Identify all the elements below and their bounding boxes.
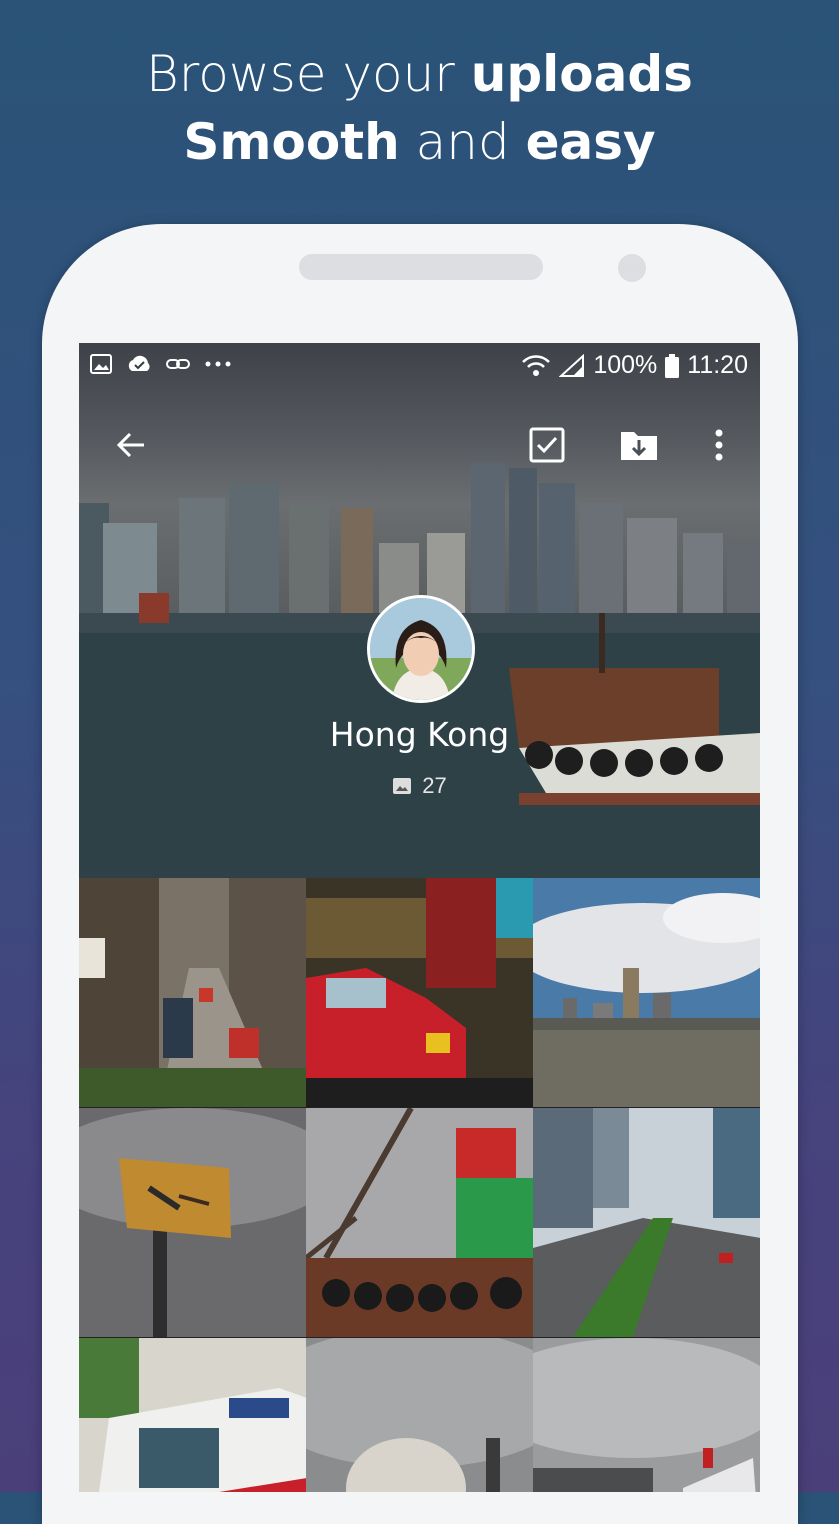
ice-cream-truck-photo bbox=[79, 1338, 307, 1492]
wifi-icon bbox=[522, 354, 551, 376]
album-photo-count: 27 bbox=[79, 773, 760, 799]
photo-tile-cruise-ship[interactable] bbox=[533, 1338, 760, 1492]
highway-photo bbox=[533, 1108, 760, 1337]
photo-tile-harbour-skyline[interactable] bbox=[533, 878, 760, 1107]
overflow-menu-icon bbox=[715, 429, 723, 461]
album-title: Hong Kong bbox=[329, 715, 510, 754]
back-button[interactable] bbox=[107, 421, 155, 469]
avatar-portrait bbox=[370, 598, 472, 700]
signal-icon bbox=[559, 353, 585, 377]
headline-bold-uploads: uploads bbox=[470, 45, 693, 103]
album-toolbar bbox=[79, 413, 760, 473]
dome-photo bbox=[306, 1338, 534, 1492]
battery-percentage: 100% bbox=[593, 351, 658, 379]
select-checkbox-icon bbox=[529, 427, 565, 463]
crane-boat-photo bbox=[306, 1108, 534, 1337]
photo-tile-ice-cream-truck[interactable] bbox=[79, 1338, 307, 1492]
photo-tile-street[interactable] bbox=[79, 878, 307, 1107]
more-dots-icon bbox=[205, 361, 231, 367]
photo-tile-dome[interactable] bbox=[306, 1338, 534, 1492]
battery-icon bbox=[665, 353, 680, 378]
phone-sensor bbox=[618, 254, 646, 282]
album-avatar[interactable] bbox=[367, 595, 475, 703]
notification-icons bbox=[89, 353, 233, 375]
download-folder-icon bbox=[621, 432, 657, 460]
phone-speaker bbox=[299, 254, 543, 280]
harbour-skyline-photo bbox=[533, 878, 760, 1107]
back-arrow-icon bbox=[116, 432, 144, 458]
cloud-check-icon bbox=[128, 355, 150, 371]
street-photo bbox=[79, 878, 307, 1107]
headline-line-2: Smooth and easy bbox=[0, 108, 839, 176]
system-indicators: 100% 11:20 bbox=[521, 351, 748, 380]
photo-count-value: 27 bbox=[422, 773, 447, 798]
image-icon bbox=[90, 354, 112, 374]
promo-headline: Browse your uploads Smooth and easy bbox=[0, 40, 839, 176]
headline-line-1: Browse your uploads bbox=[0, 40, 839, 108]
cruise-ship-photo bbox=[533, 1338, 760, 1492]
photo-tile-red-taxi[interactable] bbox=[306, 878, 534, 1107]
album-header: 100% 11:20 Hong Kong 27 bbox=[79, 343, 760, 878]
red-taxi-photo bbox=[306, 878, 534, 1107]
photo-count-icon bbox=[393, 778, 412, 794]
photo-tile-highway[interactable] bbox=[533, 1108, 760, 1337]
photo-tile-crane-boat[interactable] bbox=[306, 1108, 534, 1337]
headline-bold-easy: easy bbox=[525, 113, 656, 171]
overflow-menu-button[interactable] bbox=[695, 421, 743, 469]
app-screen: 100% 11:20 Hong Kong 27 bbox=[79, 343, 760, 1492]
headline-text-and: and bbox=[399, 113, 526, 171]
link-icon bbox=[166, 359, 190, 369]
headline-text: Browse your bbox=[146, 45, 471, 103]
tsim-sha-tsui-sign-photo bbox=[79, 1108, 307, 1337]
status-bar: 100% 11:20 bbox=[79, 343, 760, 391]
download-button[interactable] bbox=[615, 421, 663, 469]
headline-bold-smooth: Smooth bbox=[183, 113, 400, 171]
select-button[interactable] bbox=[523, 421, 571, 469]
clock: 11:20 bbox=[687, 351, 748, 379]
photo-tile-tsim-sha-tsui-sign[interactable] bbox=[79, 1108, 307, 1337]
